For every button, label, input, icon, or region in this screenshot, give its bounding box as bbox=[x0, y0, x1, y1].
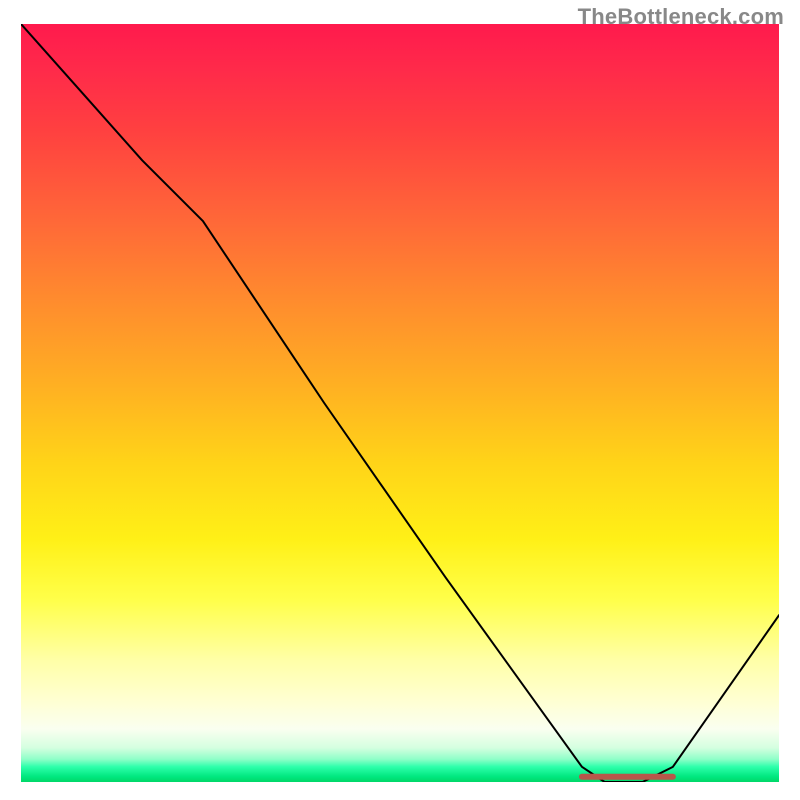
chart-svg bbox=[21, 24, 779, 782]
chart-container: { "watermark": "TheBottleneck.com", "cha… bbox=[0, 0, 800, 800]
plot-area bbox=[21, 24, 779, 782]
bottleneck-curve bbox=[21, 24, 779, 782]
